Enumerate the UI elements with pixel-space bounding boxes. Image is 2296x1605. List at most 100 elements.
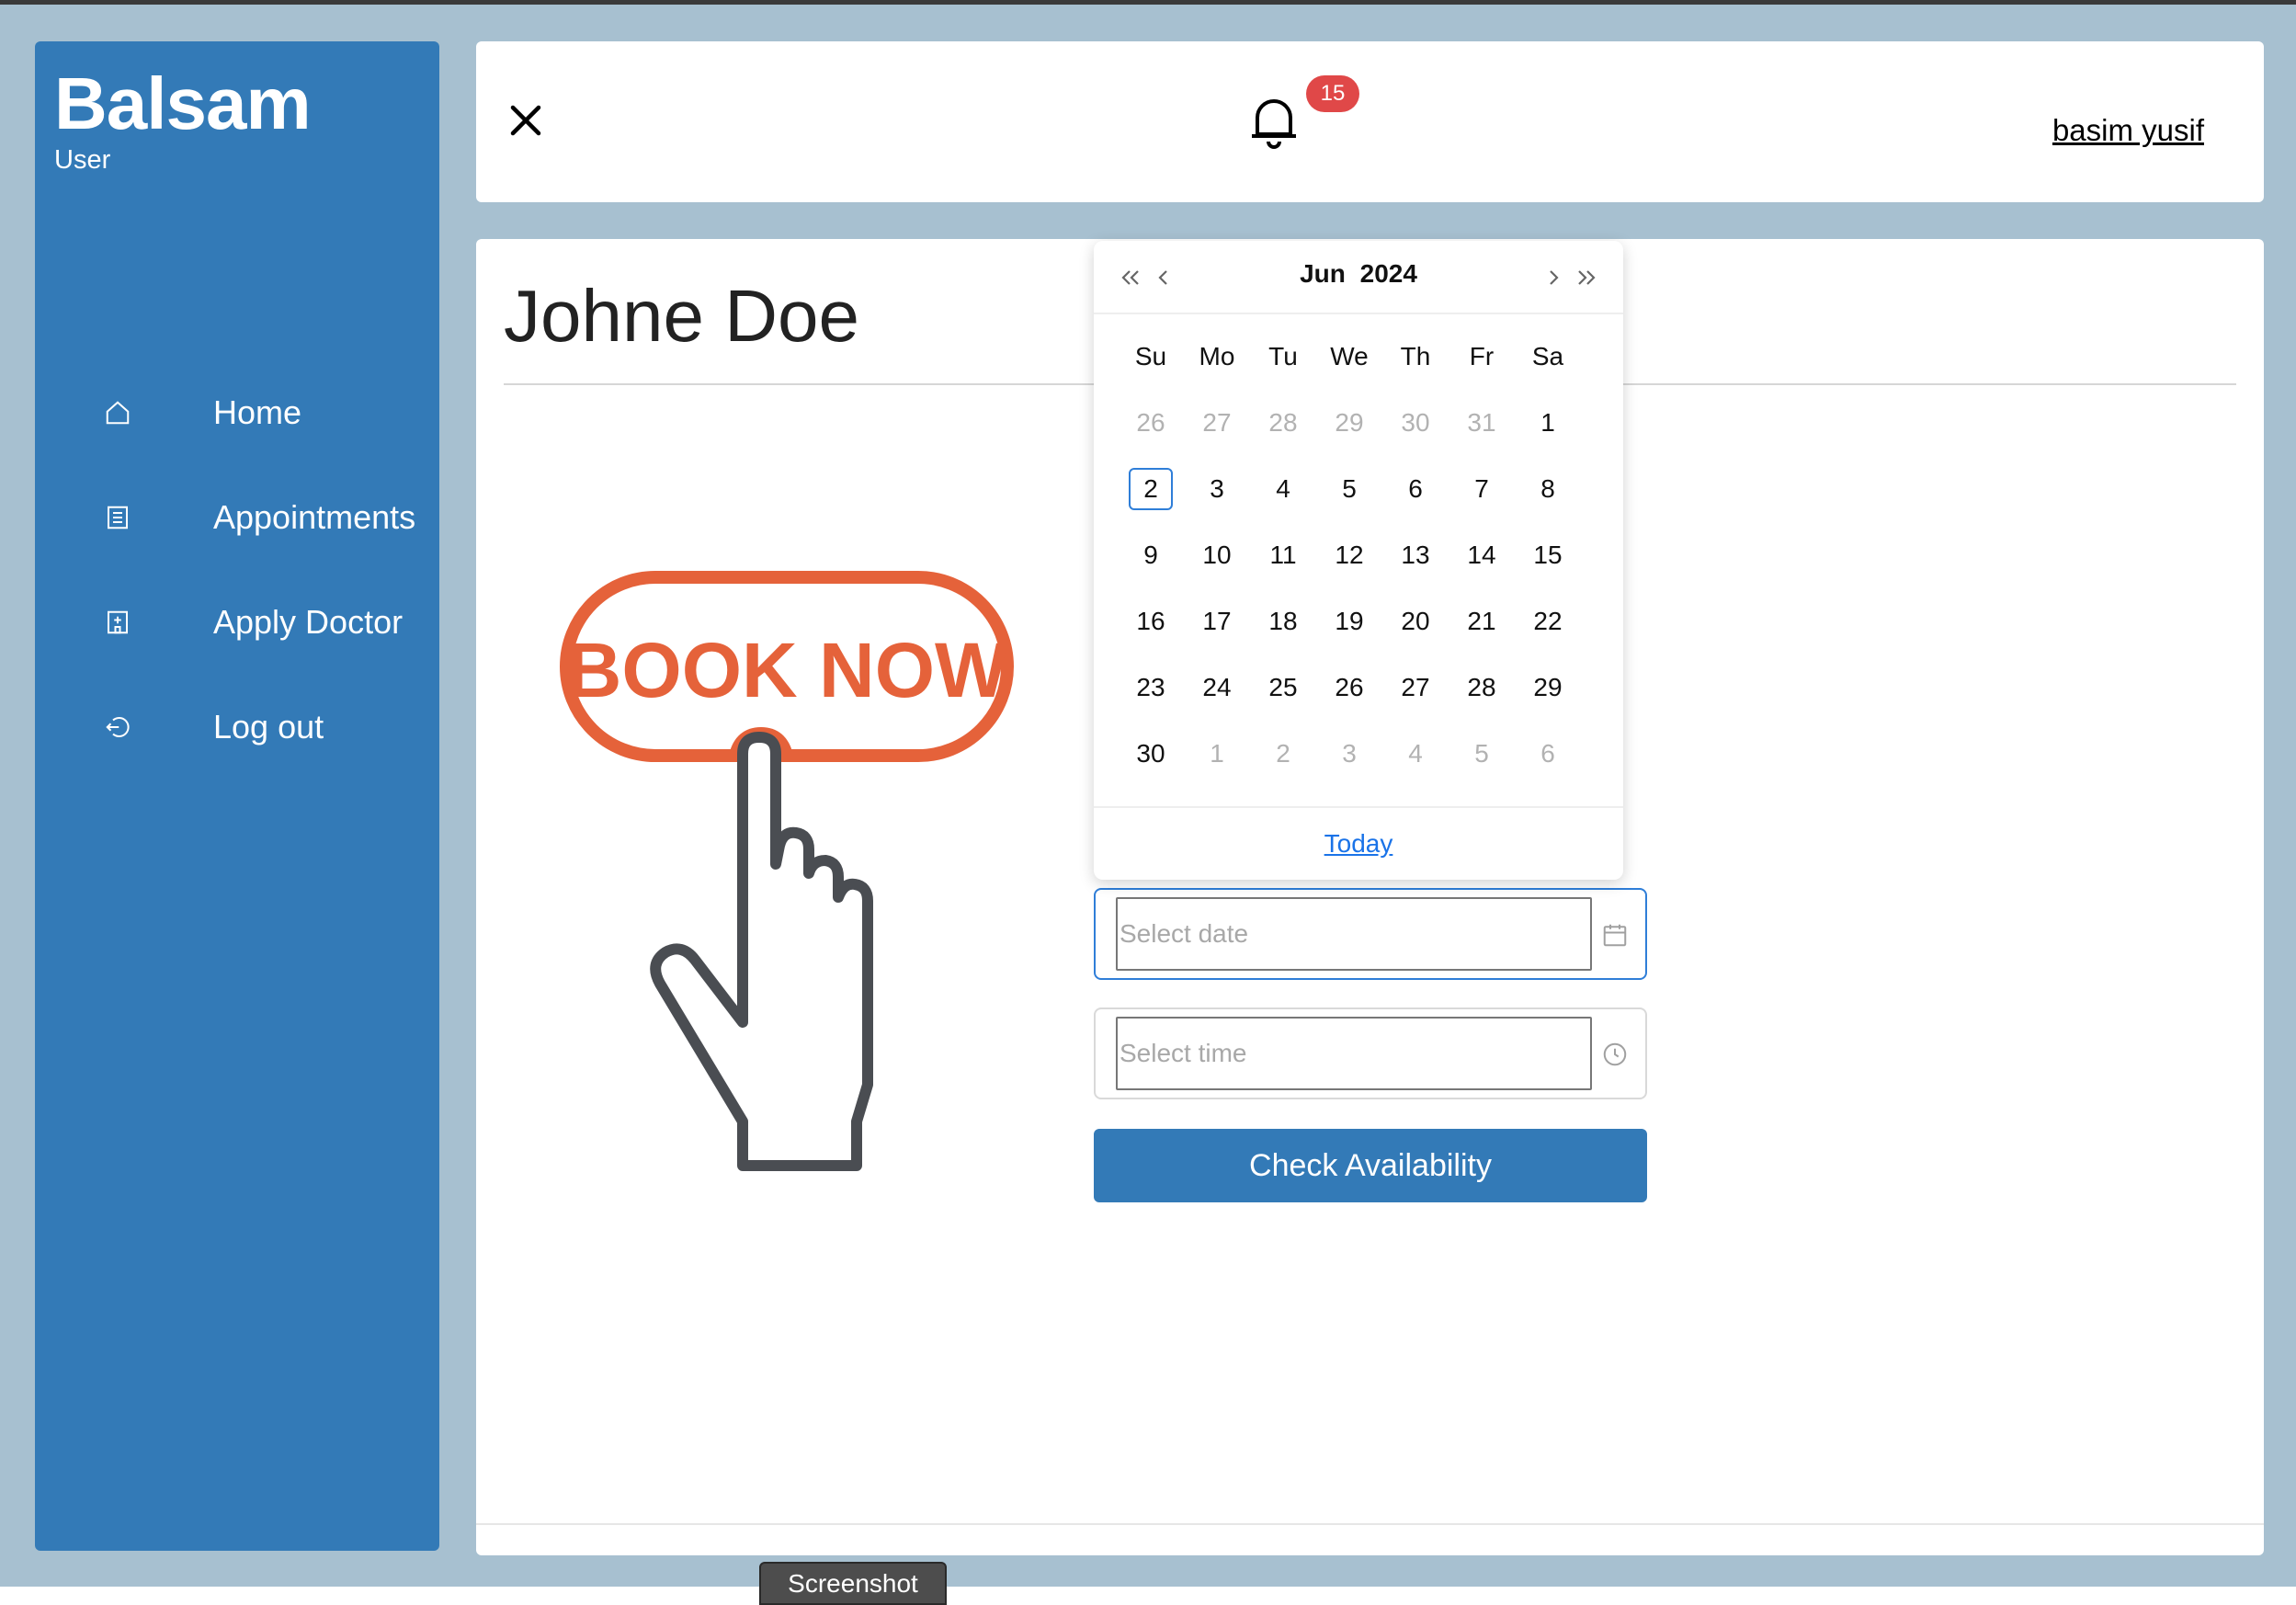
calendar-footer: Today bbox=[1094, 806, 1623, 880]
close-icon[interactable] bbox=[504, 98, 548, 142]
calendar-day[interactable]: 28 bbox=[1250, 390, 1316, 456]
sidebar-item-logout[interactable]: Log out bbox=[99, 700, 324, 755]
weekday-label: Sa bbox=[1531, 342, 1564, 370]
document-icon bbox=[99, 499, 136, 536]
next-month-icon[interactable] bbox=[1535, 257, 1572, 298]
book-now-illustration: BOOK NOW bbox=[559, 570, 1028, 1177]
logout-icon bbox=[99, 709, 136, 746]
calendar-day[interactable]: 17 bbox=[1184, 588, 1250, 655]
calendar-header: Jun 2024 bbox=[1094, 241, 1623, 314]
calendar-day[interactable]: 18 bbox=[1250, 588, 1316, 655]
weekday-label: We bbox=[1330, 342, 1369, 370]
calendar-day[interactable]: 12 bbox=[1316, 522, 1382, 588]
calendar-day[interactable]: 3 bbox=[1316, 721, 1382, 787]
calendar-day[interactable]: 10 bbox=[1184, 522, 1250, 588]
sidebar-item-appointments[interactable]: Appointments bbox=[99, 490, 415, 545]
calendar-day-selected[interactable]: 2 bbox=[1118, 456, 1184, 522]
calendar-month[interactable]: Jun bbox=[1300, 259, 1346, 288]
bell-icon[interactable] bbox=[1246, 92, 1301, 151]
calendar-day[interactable]: 29 bbox=[1316, 390, 1382, 456]
calendar-day[interactable]: 4 bbox=[1250, 456, 1316, 522]
check-availability-button[interactable]: Check Availability bbox=[1094, 1129, 1647, 1202]
calendar-day[interactable]: 5 bbox=[1449, 721, 1515, 787]
time-input[interactable] bbox=[1118, 1019, 1590, 1088]
calendar-week: 2 3 4 5 6 7 8 bbox=[1118, 456, 1581, 522]
calendar-day[interactable]: 19 bbox=[1316, 588, 1382, 655]
calendar-icon[interactable] bbox=[1601, 921, 1629, 949]
calendar-day[interactable]: 9 bbox=[1118, 522, 1184, 588]
calendar-day[interactable]: 2 bbox=[1250, 721, 1316, 787]
calendar-day[interactable]: 26 bbox=[1316, 655, 1382, 721]
weekday-label: Su bbox=[1134, 342, 1167, 370]
calendar-grid: Su Mo Tu We Th Fr Sa 26 27 28 29 30 31 1… bbox=[1118, 342, 1581, 787]
calendar-day[interactable]: 6 bbox=[1382, 456, 1449, 522]
weekday-label: Tu bbox=[1268, 342, 1298, 370]
user-role: User bbox=[54, 145, 111, 175]
calendar-day[interactable]: 3 bbox=[1184, 456, 1250, 522]
calendar-day[interactable]: 1 bbox=[1184, 721, 1250, 787]
today-link[interactable]: Today bbox=[1324, 829, 1393, 859]
weekday-label: Th bbox=[1400, 342, 1431, 370]
weekday-header-row: Su Mo Tu We Th Fr Sa bbox=[1118, 342, 1581, 390]
weekday-label: Fr bbox=[1469, 342, 1495, 370]
username-link[interactable]: basim yusif bbox=[2052, 113, 2204, 148]
calendar-day[interactable]: 26 bbox=[1118, 390, 1184, 456]
hospital-icon bbox=[99, 604, 136, 641]
date-picker-field[interactable] bbox=[1094, 888, 1647, 980]
calendar-year[interactable]: 2024 bbox=[1360, 259, 1417, 288]
calendar-day[interactable]: 23 bbox=[1118, 655, 1184, 721]
calendar-day[interactable]: 13 bbox=[1382, 522, 1449, 588]
sidebar-item-label: Appointments bbox=[213, 498, 416, 536]
time-input-box bbox=[1116, 1017, 1592, 1090]
clock-icon[interactable] bbox=[1601, 1041, 1629, 1068]
date-picker-popup: Jun 2024 Su Mo Tu We Th Fr Sa 26 27 28 2… bbox=[1094, 241, 1623, 880]
calendar-day[interactable]: 30 bbox=[1118, 721, 1184, 787]
calendar-day[interactable]: 27 bbox=[1382, 655, 1449, 721]
calendar-week: 16 17 18 19 20 21 22 bbox=[1118, 588, 1581, 655]
calendar-day[interactable]: 30 bbox=[1382, 390, 1449, 456]
calendar-day[interactable]: 21 bbox=[1449, 588, 1515, 655]
calendar-day[interactable]: 27 bbox=[1184, 390, 1250, 456]
window-bottom-edge bbox=[0, 1587, 2296, 1605]
sidebar-item-label: Home bbox=[213, 393, 302, 431]
next-year-icon[interactable] bbox=[1568, 257, 1605, 298]
calendar-day[interactable]: 5 bbox=[1316, 456, 1382, 522]
calendar-week: 9 10 11 12 13 14 15 bbox=[1118, 522, 1581, 588]
home-icon bbox=[99, 394, 136, 431]
window-top-edge bbox=[0, 0, 2296, 5]
sidebar: Balsam User Home Appointments Apply Doct… bbox=[35, 41, 439, 1551]
calendar-day[interactable]: 4 bbox=[1382, 721, 1449, 787]
calendar-day[interactable]: 6 bbox=[1515, 721, 1581, 787]
calendar-day[interactable]: 24 bbox=[1184, 655, 1250, 721]
calendar-day[interactable]: 31 bbox=[1449, 390, 1515, 456]
sidebar-item-label: Apply Doctor bbox=[213, 603, 404, 641]
calendar-day[interactable]: 15 bbox=[1515, 522, 1581, 588]
doctor-name: Johne Doe bbox=[504, 275, 859, 357]
notification-count-badge: 15 bbox=[1306, 75, 1359, 112]
weekday-label: Mo bbox=[1199, 342, 1235, 370]
card-footer-line bbox=[476, 1523, 2264, 1525]
calendar-day[interactable]: 22 bbox=[1515, 588, 1581, 655]
calendar-week: 30 1 2 3 4 5 6 bbox=[1118, 721, 1581, 787]
calendar-day[interactable]: 8 bbox=[1515, 456, 1581, 522]
calendar-day[interactable]: 28 bbox=[1449, 655, 1515, 721]
calendar-day[interactable]: 7 bbox=[1449, 456, 1515, 522]
sidebar-item-home[interactable]: Home bbox=[99, 385, 301, 440]
time-picker-field[interactable] bbox=[1094, 1007, 1647, 1099]
calendar-day[interactable]: 11 bbox=[1250, 522, 1316, 588]
brand-name: Balsam bbox=[54, 63, 312, 144]
calendar-day[interactable]: 25 bbox=[1250, 655, 1316, 721]
sidebar-item-apply-doctor[interactable]: Apply Doctor bbox=[99, 595, 403, 650]
book-now-text: BOOK NOW bbox=[566, 627, 1008, 713]
calendar-day[interactable]: 20 bbox=[1382, 588, 1449, 655]
calendar-day[interactable]: 16 bbox=[1118, 588, 1184, 655]
calendar-week: 23 24 25 26 27 28 29 bbox=[1118, 655, 1581, 721]
date-input[interactable] bbox=[1118, 899, 1590, 969]
calendar-week: 26 27 28 29 30 31 1 bbox=[1118, 390, 1581, 456]
screenshot-tooltip: Screenshot bbox=[759, 1562, 947, 1605]
calendar-day[interactable]: 29 bbox=[1515, 655, 1581, 721]
calendar-day[interactable]: 14 bbox=[1449, 522, 1515, 588]
top-header: 15 basim yusif bbox=[476, 41, 2264, 202]
calendar-day[interactable]: 1 bbox=[1515, 390, 1581, 456]
selected-day-marker: 2 bbox=[1129, 468, 1173, 510]
